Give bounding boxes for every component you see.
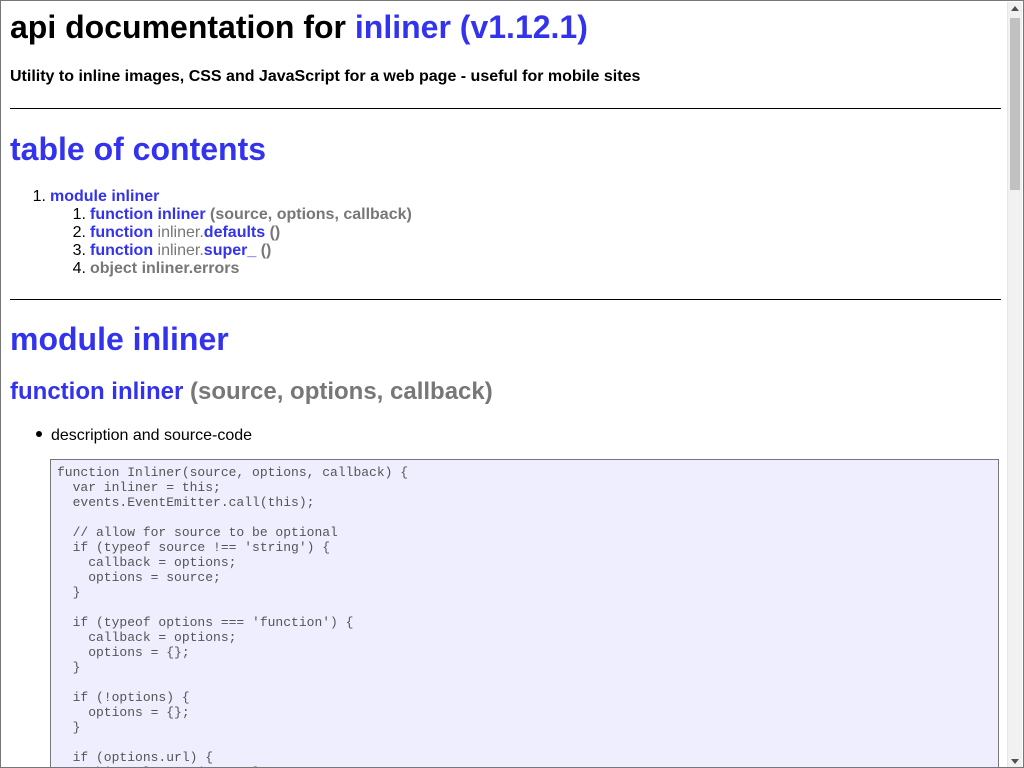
toc-number: 2.	[72, 224, 86, 241]
source-code: function Inliner(source, options, callba…	[57, 465, 409, 767]
divider	[10, 108, 1001, 109]
list-item: description and source-code	[36, 427, 252, 445]
toc-number: 4.	[72, 260, 86, 277]
toc-number: 1.	[72, 206, 86, 223]
scroll-up-icon[interactable]	[1011, 6, 1019, 11]
function-signature: (source, options, callback)	[190, 378, 493, 405]
toc-member: defaults	[203, 224, 266, 241]
toc-signature: (source, options, callback)	[210, 206, 412, 223]
package-description: Utility to inline images, CSS and JavaSc…	[10, 68, 641, 85]
toc-keyword: function	[90, 224, 154, 241]
toc-link-inliner-defaults[interactable]: function inliner.defaults ()	[90, 224, 280, 242]
toc-signature: ()	[269, 224, 281, 241]
toc-keyword: function inliner	[90, 206, 206, 223]
source-code-block: function Inliner(source, options, callba…	[50, 459, 999, 767]
scroll-down-icon[interactable]	[1011, 759, 1019, 764]
page-frame: api documentation for inliner (v1.12.1) …	[0, 0, 1024, 768]
toc-link-inliner-errors[interactable]: object inliner.errors	[90, 260, 239, 278]
toc-object: inliner.	[157, 224, 204, 241]
function-heading[interactable]: function inliner (source, options, callb…	[10, 378, 493, 406]
scrollbar-thumb[interactable]	[1010, 18, 1020, 190]
toc-keyword: function	[90, 242, 154, 259]
bullet-label: description and source-code	[51, 427, 253, 444]
vertical-scrollbar[interactable]	[1007, 2, 1022, 767]
toc-member: super_	[203, 242, 257, 259]
toc-number: 3.	[72, 242, 86, 259]
title-prefix: api documentation for	[10, 9, 346, 45]
toc-object: inliner.	[157, 242, 204, 259]
toc-link-module-inliner[interactable]: module inliner	[50, 188, 159, 206]
page-title: api documentation for inliner (v1.12.1)	[10, 9, 588, 46]
toc-number: 1.	[32, 188, 46, 205]
toc-link-inliner-super[interactable]: function inliner.super_ ()	[90, 242, 271, 260]
module-heading[interactable]: module inliner	[10, 321, 229, 358]
title-package-link[interactable]: inliner (v1.12.1)	[355, 9, 588, 45]
bullet-icon	[36, 430, 42, 437]
toc-signature: ()	[260, 242, 272, 259]
toc-link-function-inliner[interactable]: function inliner (source, options, callb…	[90, 206, 412, 224]
divider	[10, 299, 1001, 300]
toc-heading[interactable]: table of contents	[10, 131, 266, 168]
function-keyword: function inliner	[10, 378, 184, 405]
